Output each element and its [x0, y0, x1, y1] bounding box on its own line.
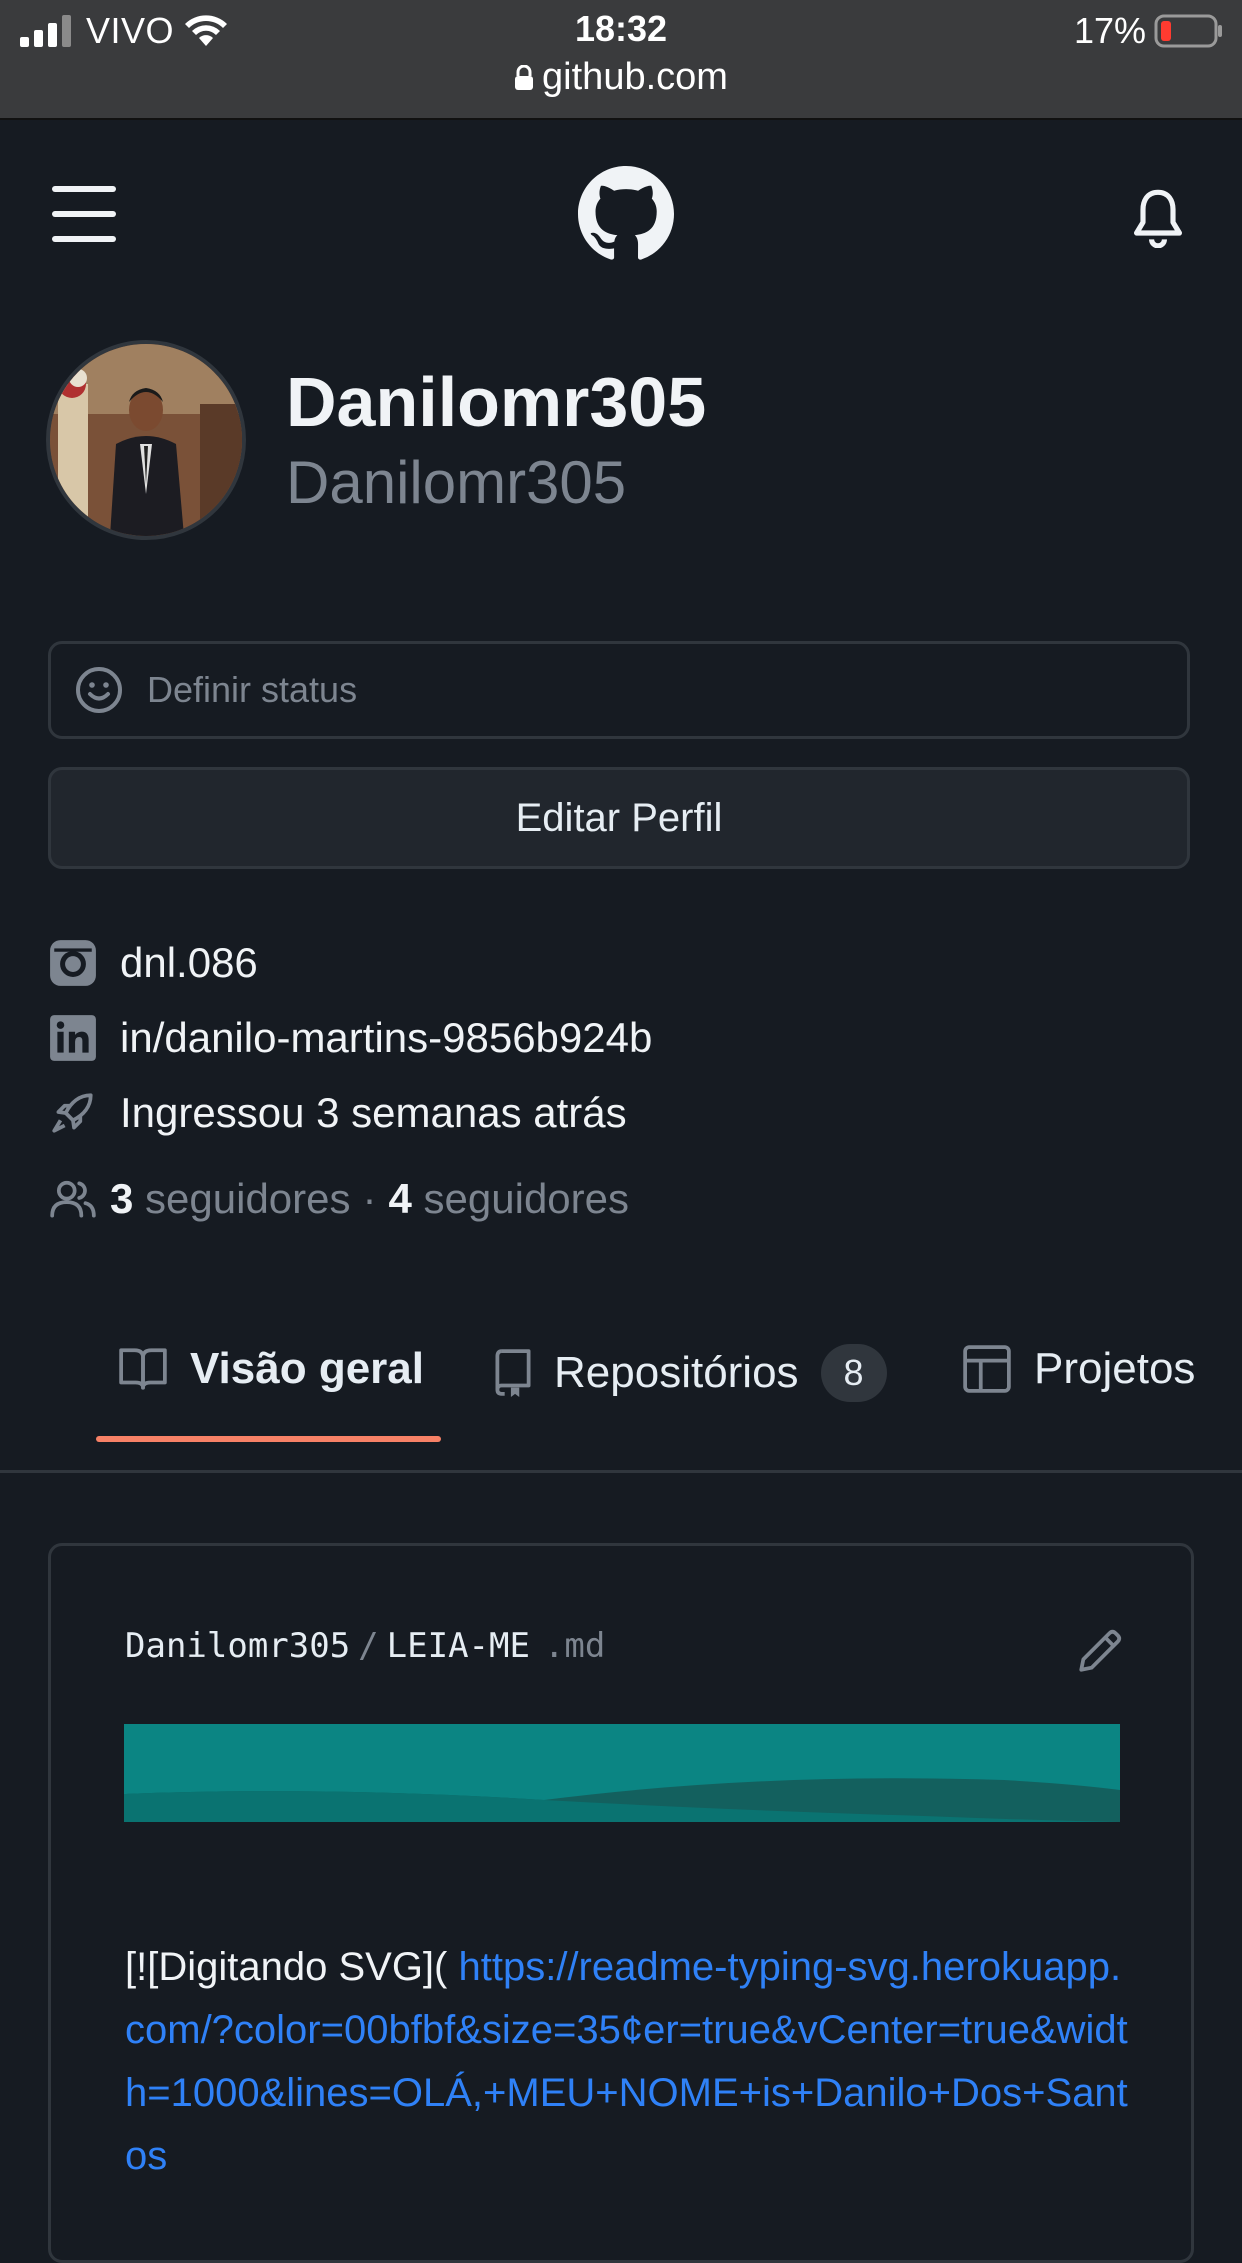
joined-row: Ingressou 3 semanas atrás — [48, 1088, 627, 1138]
rocket-icon — [48, 1088, 98, 1138]
readme-ext: .md — [543, 1626, 606, 1666]
battery-percent: 17% — [1073, 10, 1146, 51]
browser-status-bar: VIVO 18:32 17% github.com — [0, 0, 1242, 120]
repositories-count-badge: 8 — [820, 1344, 887, 1402]
instagram-handle: dnl.086 — [120, 939, 258, 986]
people-icon — [48, 1174, 98, 1224]
readme-banner — [124, 1724, 1120, 1822]
github-header — [0, 120, 1242, 310]
table-icon — [963, 1345, 1011, 1393]
instagram-row[interactable]: dnl.086 — [48, 938, 258, 988]
repo-icon — [495, 1349, 531, 1397]
set-status-label: Definir status — [147, 669, 358, 710]
tab-overview-label: Visão geral — [190, 1344, 424, 1393]
tab-repositories-label: Repositórios — [554, 1348, 799, 1397]
notifications-bell-icon[interactable] — [1132, 188, 1184, 248]
book-icon — [119, 1348, 167, 1390]
avatar-photo — [50, 344, 242, 536]
set-status-button[interactable]: Definir status — [48, 641, 1190, 739]
url-text: github.com — [542, 56, 728, 98]
address-bar[interactable]: github.com — [0, 56, 1242, 99]
tab-projects[interactable]: Projetos — [962, 1344, 1195, 1394]
avatar[interactable] — [46, 340, 246, 540]
profile-name: Danilomr305 — [286, 363, 707, 441]
pencil-icon[interactable] — [1075, 1626, 1125, 1676]
battery-group: 17% — [1074, 10, 1224, 52]
tab-projects-label: Projetos — [1034, 1344, 1196, 1393]
followers-count[interactable]: 3 — [110, 1175, 133, 1222]
followers-separator: · — [362, 1175, 377, 1222]
clock: 18:32 — [574, 8, 668, 49]
joined-text: Ingressou 3 semanas atrás — [120, 1089, 627, 1136]
readme-body: [![Digitando SVG]( https://readme-typing… — [125, 1936, 1135, 2188]
lock-icon — [515, 64, 534, 90]
readme-text-prefix: [![Digitando SVG]( — [125, 1945, 448, 1989]
profile-tabs: Visão geral Repositórios 8 Projetos — [0, 1300, 1242, 1473]
edit-profile-button[interactable]: Editar Perfil — [48, 767, 1190, 869]
smiley-icon — [76, 667, 122, 713]
following-count[interactable]: 4 — [389, 1175, 412, 1222]
readme-name[interactable]: LEIA-ME — [387, 1626, 530, 1666]
followers-row[interactable]: 3 seguidores · 4 seguidores — [48, 1174, 629, 1224]
battery-icon — [1154, 14, 1222, 48]
menu-icon[interactable] — [52, 186, 116, 242]
tab-overview[interactable]: Visão geral — [118, 1344, 424, 1394]
readme-path: Danilomr305/LEIA-ME .md — [125, 1626, 605, 1666]
profile-login: Danilomr305 — [286, 449, 627, 516]
readme-card: Danilomr305/LEIA-ME .md [![Digitando SVG]… — [48, 1543, 1194, 2263]
github-logo-icon[interactable] — [578, 166, 674, 262]
followers-label[interactable]: seguidores — [145, 1175, 350, 1222]
active-tab-indicator — [96, 1436, 441, 1442]
instagram-icon — [48, 938, 98, 988]
linkedin-row[interactable]: in/danilo-martins-9856b924b — [48, 1013, 652, 1063]
readme-owner[interactable]: Danilomr305 — [125, 1626, 350, 1666]
linkedin-handle: in/danilo-martins-9856b924b — [120, 1014, 653, 1061]
following-label[interactable]: seguidores — [424, 1175, 629, 1222]
readme-path-slash: / — [358, 1626, 379, 1666]
linkedin-icon — [48, 1013, 98, 1063]
tab-repositories[interactable]: Repositórios 8 — [494, 1344, 887, 1402]
